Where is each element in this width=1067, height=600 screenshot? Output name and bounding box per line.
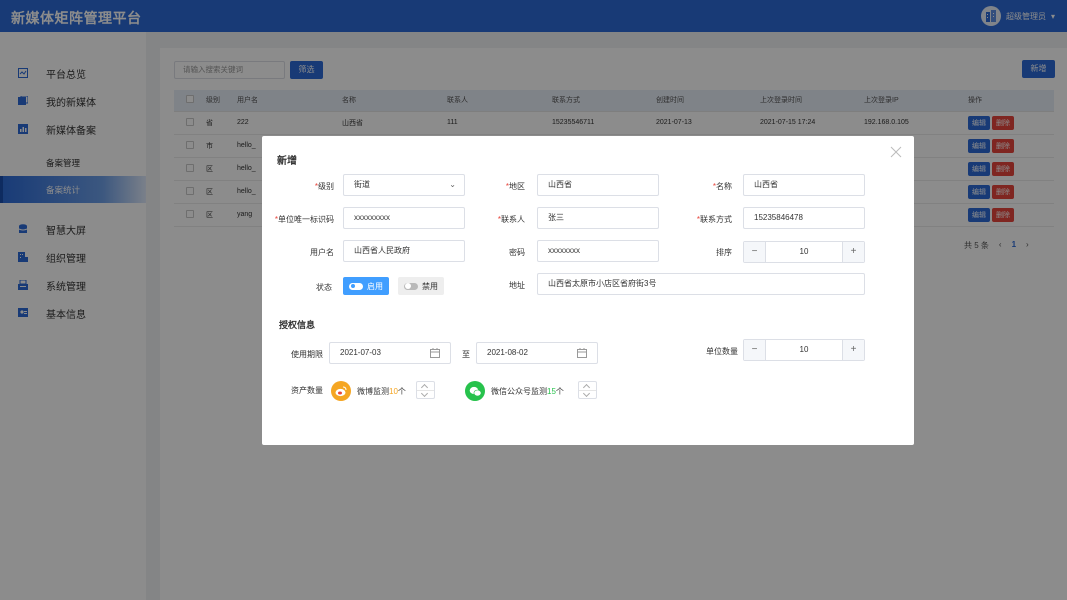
toggle-track xyxy=(349,282,363,290)
end-date-input[interactable]: 2021-08-02 xyxy=(476,342,598,364)
address-label: 地址 xyxy=(509,281,525,290)
enable-label: 启用 xyxy=(367,281,383,291)
sort-label: 排序 xyxy=(716,248,732,257)
increment-button[interactable]: + xyxy=(842,340,864,360)
calendar-icon xyxy=(430,348,440,358)
decrement-button[interactable]: − xyxy=(744,242,766,262)
auth-section-title: 授权信息 xyxy=(279,320,316,330)
increment-button[interactable]: + xyxy=(842,242,864,262)
calendar-icon xyxy=(577,348,587,358)
phone-label: *联系方式 xyxy=(696,215,732,224)
wechat-monitor-text: 微信公众号监测15个 xyxy=(491,387,564,396)
dialog-title: 新增 xyxy=(277,156,297,167)
status-disable-toggle[interactable]: 禁用 xyxy=(398,277,444,295)
password-label: 密码 xyxy=(509,248,525,257)
start-date-input[interactable]: 2021-07-03 xyxy=(329,342,451,364)
wechat-icon xyxy=(465,381,485,401)
decrement-button[interactable]: − xyxy=(744,340,766,360)
name-label: *名称 xyxy=(712,182,732,191)
weibo-count-stepper[interactable] xyxy=(416,381,435,399)
region-input[interactable]: 山西省 xyxy=(537,174,659,196)
unit-count-value[interactable]: 10 xyxy=(766,340,842,360)
chevron-down-icon: ⌄ xyxy=(449,180,456,189)
status-label: 状态 xyxy=(316,283,332,292)
weibo-monitor-text: 微博监测10个 xyxy=(357,387,406,396)
wechat-count-stepper[interactable] xyxy=(578,381,597,399)
username-label: 用户名 xyxy=(310,248,334,257)
period-label: 使用期限 xyxy=(291,350,323,359)
close-icon[interactable] xyxy=(889,145,903,159)
address-input[interactable]: 山西省太原市小店区省府街3号 xyxy=(537,273,865,295)
sort-value[interactable]: 10 xyxy=(766,242,842,262)
status-enable-toggle[interactable]: 启用 xyxy=(343,277,389,295)
region-label: *地区 xyxy=(505,182,525,191)
sort-stepper[interactable]: − 10 + xyxy=(743,241,865,263)
level-select[interactable]: 街道 ⌄ xyxy=(343,174,465,196)
asset-count-label: 资产数量 xyxy=(291,386,323,395)
disable-label: 禁用 xyxy=(422,281,438,291)
unit-code-input[interactable]: xxxxxxxxx xyxy=(343,207,465,229)
username-input[interactable]: 山西省人民政府 xyxy=(343,240,465,262)
password-input[interactable]: xxxxxxxx xyxy=(537,240,659,262)
contact-input[interactable]: 张三 xyxy=(537,207,659,229)
to-label: 至 xyxy=(462,350,470,359)
level-label: *级别 xyxy=(314,182,334,191)
toggle-track xyxy=(404,282,418,290)
phone-input[interactable]: 15235846478 xyxy=(743,207,865,229)
unit-count-label: 单位数量 xyxy=(706,347,738,356)
name-input[interactable]: 山西省 xyxy=(743,174,865,196)
weibo-icon xyxy=(331,381,351,401)
contact-label: *联系人 xyxy=(497,215,525,224)
unit-count-stepper[interactable]: − 10 + xyxy=(743,339,865,361)
unit-code-label: *单位唯一标识码 xyxy=(274,215,334,224)
add-dialog: 新增 *级别 街道 ⌄ *地区 山西省 *名称 山西省 *单位唯一标识码 xxxx… xyxy=(262,136,914,445)
